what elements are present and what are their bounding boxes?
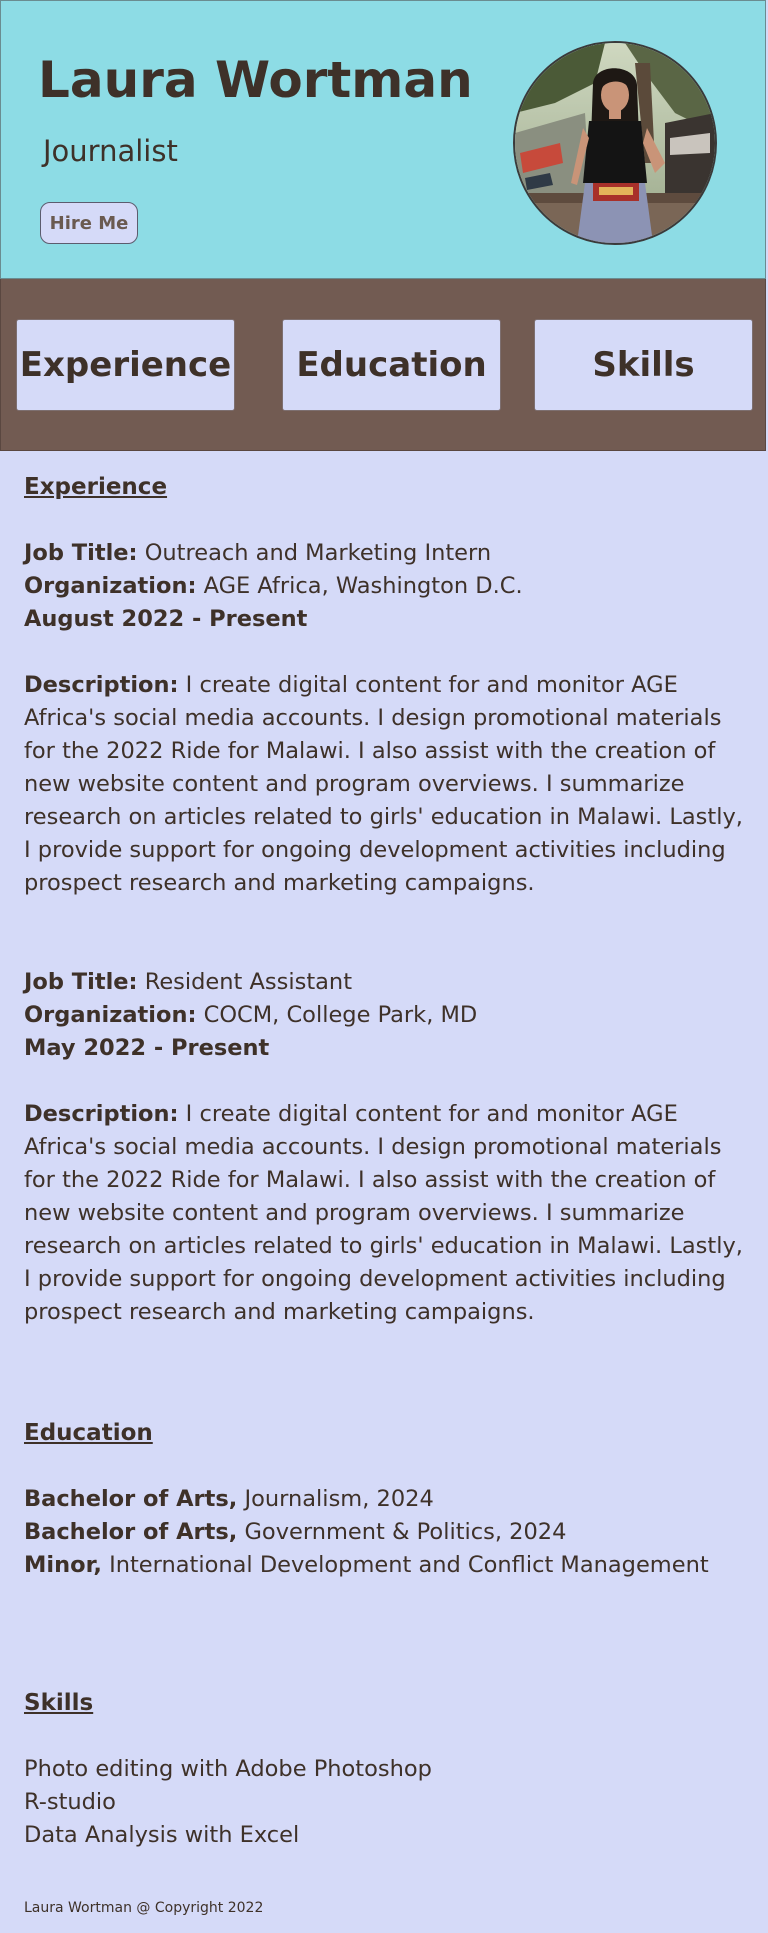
avatar bbox=[513, 41, 717, 245]
experience-item: Job Title: Outreach and Marketing Intern… bbox=[24, 537, 744, 636]
description-label: Description: bbox=[24, 1101, 179, 1127]
education-heading: Education bbox=[24, 1420, 153, 1446]
skills-section: Skills bbox=[24, 1687, 744, 1720]
experience-item: Job Title: Resident Assistant Organizati… bbox=[24, 966, 744, 1065]
job-title-label: Job Title: bbox=[24, 540, 138, 566]
organization-label: Organization: bbox=[24, 573, 197, 599]
list-item: Photo editing with Adobe Photoshop bbox=[24, 1756, 432, 1782]
hire-me-button[interactable]: Hire Me bbox=[40, 202, 138, 244]
experience-description: Description: I create digital content fo… bbox=[24, 669, 744, 900]
list-item: Bachelor of Arts, Journalism, 2024 bbox=[24, 1486, 434, 1512]
job-dates: May 2022 - Present bbox=[24, 1035, 270, 1061]
organization-value: AGE Africa, Washington D.C. bbox=[196, 573, 523, 599]
job-title-value: Outreach and Marketing Intern bbox=[137, 540, 492, 566]
nav-experience-button[interactable]: Experience bbox=[16, 319, 235, 411]
copyright-footer: Laura Wortman @ Copyright 2022 bbox=[24, 1900, 264, 1916]
header: Laura Wortman Journalist Hire Me bbox=[0, 0, 766, 279]
profile-photo-icon bbox=[515, 43, 715, 243]
nav-skills-button[interactable]: Skills bbox=[534, 319, 753, 411]
job-dates: August 2022 - Present bbox=[24, 606, 308, 632]
list-item: Data Analysis with Excel bbox=[24, 1822, 300, 1848]
description-label: Description: bbox=[24, 672, 179, 698]
education-section: Education bbox=[24, 1417, 744, 1450]
job-title-value: Resident Assistant bbox=[137, 969, 353, 995]
job-role: Journalist bbox=[43, 134, 178, 168]
resume-page: Laura Wortman Journalist Hire Me Experie… bbox=[0, 0, 766, 1933]
education-list: Bachelor of Arts, Journalism, 2024 Bache… bbox=[24, 1483, 744, 1582]
nav-education-button[interactable]: Education bbox=[282, 319, 501, 411]
organization-label: Organization: bbox=[24, 1002, 197, 1028]
description-text: I create digital content for and monitor… bbox=[24, 1101, 743, 1325]
list-item: R-studio bbox=[24, 1789, 116, 1815]
job-title-label: Job Title: bbox=[24, 969, 138, 995]
section-nav: Experience Education Skills bbox=[0, 279, 766, 451]
experience-description: Description: I create digital content fo… bbox=[24, 1098, 744, 1329]
list-item: Bachelor of Arts, Government & Politics,… bbox=[24, 1519, 567, 1545]
page-title: Laura Wortman bbox=[38, 51, 473, 109]
experience-section: Experience bbox=[24, 471, 744, 504]
list-item: Minor, International Development and Con… bbox=[24, 1552, 709, 1578]
skills-heading: Skills bbox=[24, 1690, 94, 1716]
experience-heading: Experience bbox=[24, 474, 168, 500]
description-text: I create digital content for and monitor… bbox=[24, 672, 743, 896]
skills-list: Photo editing with Adobe Photoshop R-stu… bbox=[24, 1753, 744, 1852]
organization-value: COCM, College Park, MD bbox=[196, 1002, 478, 1028]
